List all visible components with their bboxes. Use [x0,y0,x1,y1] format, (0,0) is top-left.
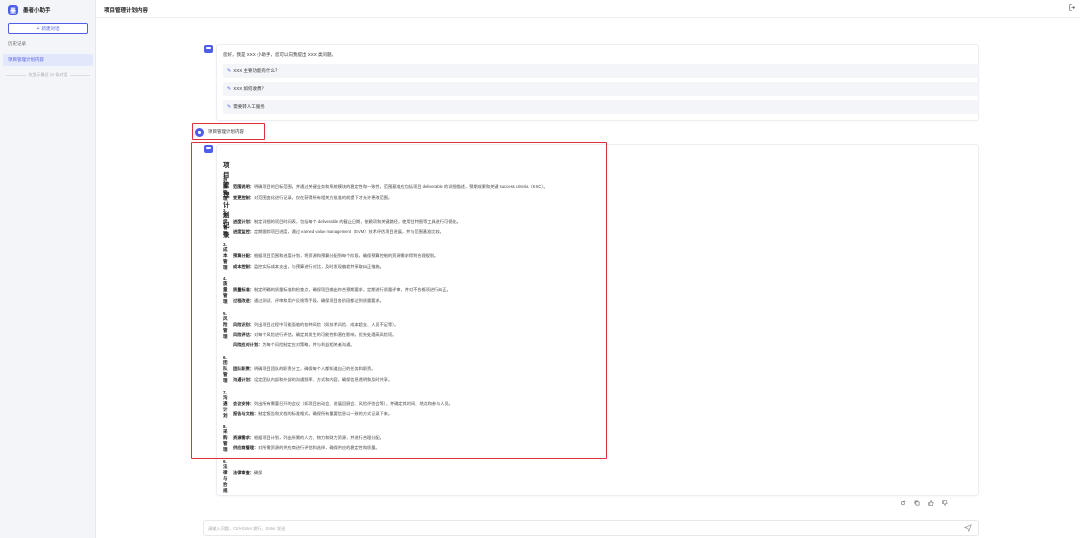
greeting-text: 您好，我是 XXX 小助手，您可以向我提出 XXX 类问题。 [223,52,337,57]
suggestion-text: XXX 如何收费？ [233,86,266,91]
highlight-box [192,123,265,140]
brand: 墨 墨者小助手 [8,4,51,16]
pen-icon: ✎ [227,86,232,92]
refresh-icon[interactable] [900,500,906,508]
suggestion-text: 需要转人工服务 [233,104,265,109]
history-title: 历史记录 [8,41,26,46]
message-actions [900,500,948,508]
page-title: 项目管理计划内容 [104,8,149,14]
app-logo-icon: 墨 [8,5,18,15]
bot-avatar-icon [204,45,213,53]
send-icon[interactable] [963,524,972,534]
suggestion-item[interactable]: ✎ XXX 如何收费？ [223,82,979,96]
header: 项目管理计划内容 [96,0,1080,18]
streaming-cursor: | [223,482,225,488]
chat-input[interactable]: 请输入问题，Ctrl+Enter 换行，Enter 发送 [203,520,979,536]
pen-icon: ✎ [227,104,232,110]
plus-icon: + [36,25,40,32]
suggestion-item[interactable]: ✎ 需要转人工服务 [223,100,979,114]
sidebar: 墨 墨者小助手 + 新建对话 历史记录 项目管理计划内容 仅显示最近 20 条对… [0,0,96,538]
section-heading: 9. 法律与合规 [223,459,228,493]
suggestion-text: XXX 主要功能有什么？ [233,68,280,73]
history-end-text: 仅显示最近 20 条对话 [28,72,68,77]
history-item[interactable]: 项目管理计划内容 [3,54,93,66]
thumbs-down-icon[interactable] [942,500,948,508]
thumbs-up-icon[interactable] [928,500,934,508]
suggestion-item[interactable]: ✎ XXX 主要功能有什么？ [223,64,979,78]
divider [6,74,26,76]
chat-input-placeholder: 请输入问题，Ctrl+Enter 换行，Enter 发送 [208,526,286,531]
app-name: 墨者小助手 [23,8,51,14]
item-label: 法律审查： [233,470,254,475]
history-end-note: 仅显示最近 20 条对话 [6,72,91,78]
divider [70,74,91,76]
copy-icon[interactable] [914,500,920,508]
section-item: 法律审查：确保 [233,470,262,476]
pen-icon: ✎ [227,68,232,74]
new-chat-button[interactable]: + 新建对话 [8,23,88,34]
greeting-card: 您好，我是 XXX 小助手，您可以向我提出 XXX 类问题。 ✎ XXX 主要功… [216,44,979,121]
new-chat-label: 新建对话 [41,25,60,31]
exit-icon[interactable] [1069,4,1076,13]
highlight-box [191,142,607,459]
item-text: 确保 [253,470,263,475]
